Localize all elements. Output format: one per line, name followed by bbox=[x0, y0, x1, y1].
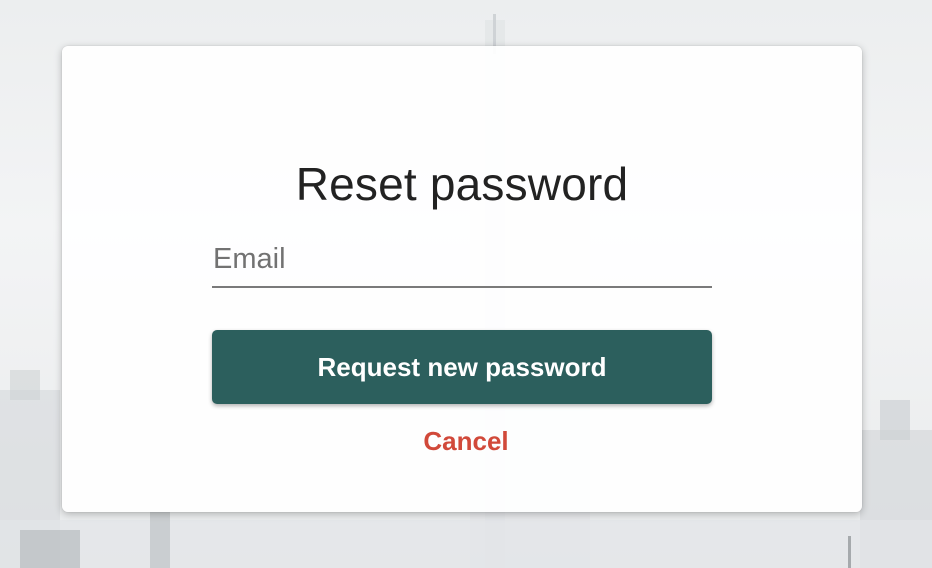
email-input[interactable] bbox=[212, 232, 712, 288]
dialog-title: Reset password bbox=[295, 158, 629, 210]
email-field bbox=[212, 232, 712, 290]
cancel-link[interactable]: Cancel bbox=[0, 426, 932, 457]
request-new-password-button[interactable]: Request new password bbox=[212, 330, 712, 404]
